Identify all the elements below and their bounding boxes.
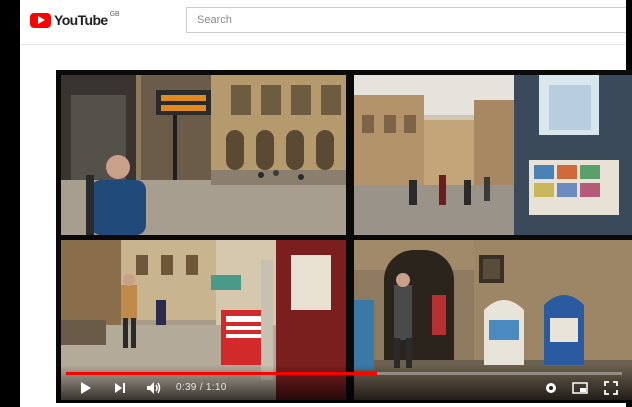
miniplayer-icon (572, 382, 588, 394)
logo-region-code: GB (109, 10, 120, 18)
progress-fill (66, 372, 378, 375)
next-button[interactable] (114, 381, 126, 395)
fullscreen-button[interactable] (604, 381, 618, 395)
fullscreen-icon (604, 381, 618, 395)
miniplayer-button[interactable] (572, 381, 588, 395)
video-player[interactable]: 0:39 / 1:10 (56, 70, 632, 403)
settings-button[interactable] (544, 381, 558, 395)
volume-button[interactable] (146, 381, 162, 395)
settings-icon (544, 381, 558, 395)
search-box (186, 7, 626, 33)
youtube-logo[interactable]: YouTube GB (30, 10, 120, 28)
play-icon (80, 381, 92, 395)
search-input[interactable] (187, 8, 626, 32)
masthead: YouTube GB (20, 0, 626, 45)
youtube-play-icon (30, 12, 51, 28)
video-frame-square-arcade (61, 75, 346, 235)
logo-wordmark: YouTube (54, 12, 108, 28)
player-controls: 0:39 / 1:10 (56, 365, 632, 403)
progress-bar[interactable] (66, 372, 622, 375)
left-frame-border (0, 0, 20, 407)
next-icon (114, 382, 126, 394)
time-display: 0:39 / 1:10 (176, 382, 227, 393)
video-frame-street-postcards (354, 75, 632, 235)
play-button[interactable] (80, 381, 92, 395)
volume-icon (146, 381, 162, 395)
